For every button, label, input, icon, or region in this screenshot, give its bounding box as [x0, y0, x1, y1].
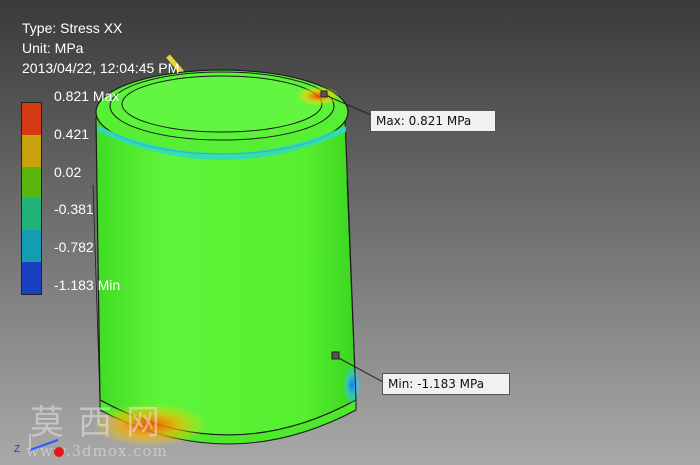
color-legend-bar [21, 102, 42, 295]
legend-label: -1.183 Min [54, 277, 121, 294]
cylinder-body [95, 117, 357, 436]
legend-color-band [22, 262, 41, 294]
legend-label: -0.381 [54, 201, 94, 218]
legend-color-band [22, 198, 41, 231]
legend-color-band [22, 103, 41, 135]
min-marker[interactable] [331, 351, 340, 360]
legend-color-band [22, 166, 41, 199]
analysis-viewport[interactable]: Type: Stress XX Unit: MPa 2013/04/22, 12… [0, 0, 700, 465]
top-face [121, 75, 323, 133]
view-triad[interactable]: Z [12, 430, 72, 465]
result-info: Type: Stress XX Unit: MPa 2013/04/22, 12… [22, 18, 179, 78]
legend-label: -0.782 [54, 239, 94, 256]
min-callout[interactable]: Min: -1.183 MPa [382, 373, 510, 395]
triad-axis-line [29, 439, 59, 451]
max-stress-region [296, 86, 340, 106]
result-type: Type: Stress XX [22, 20, 123, 36]
result-unit: Unit: MPa [22, 40, 84, 56]
legend-color-band [22, 134, 41, 167]
legend-label: 0.821 Max [54, 88, 120, 104]
triad-origin-sphere [54, 447, 64, 457]
legend-label: 0.421 [54, 125, 90, 142]
triad-z-label: Z [14, 444, 20, 455]
max-callout[interactable]: Max: 0.821 MPa [370, 110, 496, 132]
legend-label: 0.02 [54, 163, 82, 180]
legend-color-band [22, 230, 41, 263]
result-timestamp: 2013/04/22, 12:04:45 PM [22, 60, 180, 76]
max-marker[interactable] [320, 90, 328, 98]
min-stress-region [343, 365, 361, 405]
